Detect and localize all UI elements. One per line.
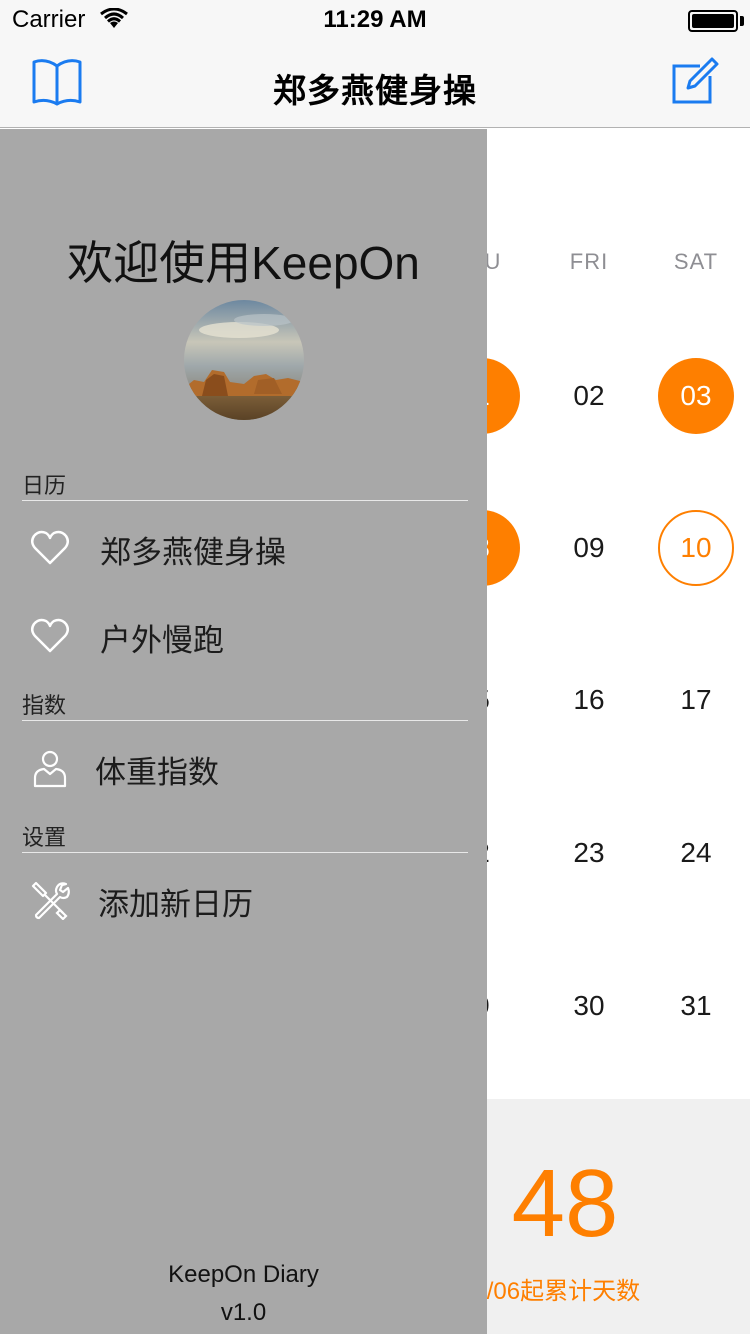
calendar-day[interactable]: 09: [551, 510, 627, 586]
menu-label-jogging: 户外慢跑: [100, 623, 224, 658]
heart-icon: [31, 530, 69, 565]
calendar-day[interactable]: 24: [658, 815, 734, 891]
avatar[interactable]: [184, 300, 304, 420]
menu-item-jogging[interactable]: 户外慢跑: [0, 601, 487, 671]
menu-label-add-calendar: 添加新日历: [98, 887, 253, 922]
status-time: 11:29 AM: [323, 6, 427, 33]
footer-app-name: KeepOn Diary: [168, 1261, 319, 1288]
menu-item-weight[interactable]: 体重指数: [0, 733, 487, 803]
section-calendar-divider: [22, 500, 468, 501]
side-drawer: 欢迎使用KeepOn 日历 郑多燕健身操 户外慢跑 指数 体重指数 设置 添加新…: [0, 129, 487, 1334]
weekday-fri: FRI: [569, 249, 609, 274]
footer-version: v1.0: [220, 1299, 267, 1326]
tools-icon: [31, 881, 70, 920]
user-icon: [33, 750, 67, 788]
calendar-day[interactable]: 31: [658, 968, 734, 1044]
nav-title: 郑多燕健身操: [273, 72, 477, 109]
section-index-label: 指数: [22, 693, 67, 718]
status-bar: Carrier 11:29 AM: [0, 0, 750, 40]
welcome-title: 欢迎使用KeepOn: [67, 237, 420, 289]
calendar-day[interactable]: 17: [658, 662, 734, 738]
menu-item-aerobics[interactable]: 郑多燕健身操: [0, 513, 487, 583]
battery-cap: [740, 16, 744, 26]
section-settings-divider: [22, 852, 468, 853]
section-index-divider: [22, 720, 468, 721]
menu-label-weight: 体重指数: [95, 755, 219, 790]
calendar-day[interactable]: 03: [658, 358, 734, 434]
calendar-day[interactable]: 30: [551, 968, 627, 1044]
compose-icon[interactable]: [670, 56, 720, 106]
weekday-sat: SAT: [673, 249, 719, 274]
calendar-day[interactable]: 16: [551, 662, 627, 738]
section-settings-label: 设置: [22, 825, 67, 850]
section-calendar-label: 日历: [22, 473, 67, 498]
heart-icon: [31, 618, 69, 653]
calendar-day[interactable]: 02: [551, 358, 627, 434]
battery-icon: [688, 10, 738, 32]
menu-label-aerobics: 郑多燕健身操: [100, 535, 286, 570]
navigation-bar: 郑多燕健身操: [0, 40, 750, 128]
calendar-day[interactable]: 10: [658, 510, 734, 586]
calendar-day[interactable]: 23: [551, 815, 627, 891]
menu-item-add-calendar[interactable]: 添加新日历: [0, 865, 487, 935]
avatar-landscape-image: [184, 300, 304, 420]
